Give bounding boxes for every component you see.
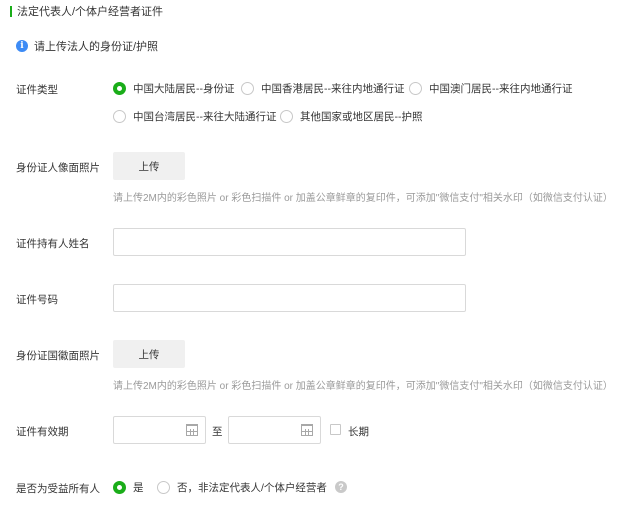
radio-circle[interactable] bbox=[241, 82, 254, 95]
id-type-label: 证件类型 bbox=[16, 84, 58, 96]
radio-taiwan-permit[interactable]: 中国台湾居民--来往大陆通行证 bbox=[113, 109, 277, 124]
validity-end-date[interactable] bbox=[228, 416, 321, 444]
long-term-label: 长期 bbox=[348, 426, 369, 438]
radio-label: 其他国家或地区居民--护照 bbox=[300, 111, 423, 123]
id-number-input[interactable] bbox=[113, 284, 466, 312]
radio-label: 中国大陆居民--身份证 bbox=[133, 83, 235, 95]
radio-label: 中国澳门居民--来往内地通行证 bbox=[429, 83, 573, 95]
question-icon[interactable]: ? bbox=[335, 481, 347, 493]
calendar-icon[interactable] bbox=[186, 424, 198, 436]
front-photo-upload-button[interactable]: 上传 bbox=[113, 152, 185, 180]
radio-label: 否，非法定代表人/个体户经营者 bbox=[177, 482, 327, 494]
radio-label: 中国香港居民--来往内地通行证 bbox=[261, 83, 405, 95]
holder-name-input[interactable] bbox=[113, 228, 466, 256]
radio-mainland-id[interactable]: 中国大陆居民--身份证 bbox=[113, 81, 235, 96]
id-number-label: 证件号码 bbox=[16, 294, 58, 306]
front-photo-label: 身份证人像面照片 bbox=[16, 162, 100, 174]
radio-circle[interactable] bbox=[409, 82, 422, 95]
radio-circle[interactable] bbox=[113, 110, 126, 123]
radio-label: 中国台湾居民--来往大陆通行证 bbox=[133, 111, 277, 123]
radio-circle[interactable] bbox=[113, 82, 126, 95]
back-photo-hint: 请上传2M内的彩色照片 or 彩色扫描件 or 加盖公章鲜章的复印件，可添加"微… bbox=[113, 381, 613, 392]
calendar-icon[interactable] bbox=[301, 424, 313, 436]
upload-notice: i 请上传法人的身份证/护照 bbox=[16, 38, 158, 54]
section-header: 法定代表人/个体户经营者证件 bbox=[10, 4, 163, 18]
radio-circle[interactable] bbox=[113, 481, 126, 494]
radio-hongkong-permit[interactable]: 中国香港居民--来往内地通行证 bbox=[241, 81, 405, 96]
back-photo-upload-button[interactable]: 上传 bbox=[113, 340, 185, 368]
back-photo-label: 身份证国徽面照片 bbox=[16, 350, 100, 362]
section-title: 法定代表人/个体户经营者证件 bbox=[17, 6, 164, 18]
radio-foreign-passport[interactable]: 其他国家或地区居民--护照 bbox=[280, 109, 423, 124]
radio-beneficiary-yes[interactable]: 是 bbox=[113, 480, 144, 495]
validity-start-date[interactable] bbox=[113, 416, 206, 444]
radio-circle[interactable] bbox=[280, 110, 293, 123]
front-photo-hint: 请上传2M内的彩色照片 or 彩色扫描件 or 加盖公章鲜章的复印件，可添加"微… bbox=[113, 193, 613, 204]
holder-name-label: 证件持有人姓名 bbox=[16, 238, 90, 250]
radio-label: 是 bbox=[133, 482, 144, 494]
radio-beneficiary-no[interactable]: 否，非法定代表人/个体户经营者 bbox=[157, 480, 327, 495]
validity-label: 证件有效期 bbox=[16, 426, 69, 438]
date-range-separator: 至 bbox=[212, 426, 223, 438]
section-accent-bar bbox=[10, 5, 12, 17]
notice-text: 请上传法人的身份证/护照 bbox=[34, 41, 159, 53]
radio-macau-permit[interactable]: 中国澳门居民--来往内地通行证 bbox=[409, 81, 573, 96]
long-term-checkbox[interactable] bbox=[330, 424, 341, 435]
beneficiary-label: 是否为受益所有人 bbox=[16, 483, 100, 495]
info-icon: i bbox=[16, 40, 28, 52]
radio-circle[interactable] bbox=[157, 481, 170, 494]
